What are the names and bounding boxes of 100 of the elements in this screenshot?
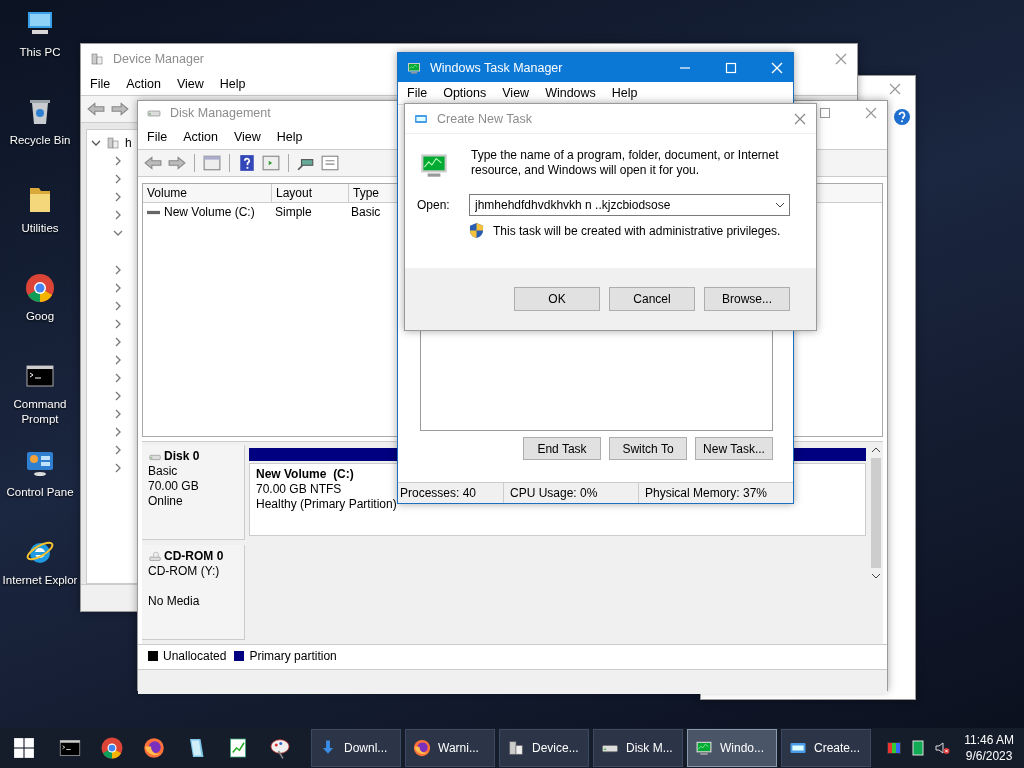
taskbar-button[interactable]: Device... <box>499 729 589 767</box>
scroll-down-icon[interactable] <box>870 572 881 580</box>
chevron-icon[interactable] <box>113 463 123 473</box>
menu-item[interactable]: File <box>90 77 111 91</box>
menu-item[interactable]: Help <box>611 86 638 100</box>
menu-item[interactable]: Action <box>126 77 161 91</box>
chevron-icon[interactable] <box>113 373 123 383</box>
status-text: CPU Usage: 0% <box>504 483 639 503</box>
pane-icon[interactable] <box>203 154 221 172</box>
chevron-icon[interactable] <box>91 138 101 148</box>
scroll-up-icon[interactable] <box>870 446 881 454</box>
disk-size: 70.00 GB <box>148 479 199 494</box>
browser-icon[interactable] <box>142 736 166 760</box>
computer-icon <box>89 50 105 67</box>
chevron-icon[interactable] <box>113 445 123 455</box>
taskbar-button[interactable]: Windo... <box>687 729 777 767</box>
chevron-icon[interactable] <box>113 409 123 419</box>
disk-status: No Media <box>148 594 200 609</box>
menu-item[interactable]: View <box>502 86 530 100</box>
chevron-icon[interactable] <box>113 156 123 166</box>
partition-size: 70.00 GB NTFS <box>256 482 342 497</box>
chevron-icon[interactable] <box>113 283 123 293</box>
chevron-icon[interactable] <box>113 391 123 401</box>
desktop-icon-label[interactable]: Recycle Bin <box>9 133 71 148</box>
column-header[interactable]: Layout <box>272 184 349 202</box>
desktop-icon-label[interactable]: Internet Explor <box>2 573 78 588</box>
dialog-button[interactable]: New Task... <box>695 437 773 460</box>
shield-icon <box>469 222 484 239</box>
table-cell[interactable]: Simple <box>271 205 347 219</box>
disc-drive-icon <box>148 549 162 564</box>
chevron-icon[interactable] <box>113 192 123 202</box>
window-title: Windows Task Manager <box>430 60 563 75</box>
back-arrow-icon[interactable] <box>87 100 105 118</box>
menu-item[interactable]: File <box>407 86 428 100</box>
status-text: Processes: 40 <box>398 483 504 503</box>
pane-icon[interactable] <box>262 154 280 172</box>
close-icon[interactable] <box>887 81 903 97</box>
taskbar-button[interactable]: Warni... <box>405 729 495 767</box>
speaker-muted-icon[interactable] <box>934 740 951 756</box>
legend-label: Unallocated <box>163 649 227 663</box>
browser-icon[interactable] <box>100 736 124 760</box>
forward-arrow-icon[interactable] <box>168 154 186 172</box>
menu-item[interactable]: Windows <box>545 86 596 100</box>
menu-item[interactable]: File <box>147 129 168 144</box>
table-cell[interactable]: New Volume (C:) <box>164 205 255 219</box>
chevron-icon[interactable] <box>113 228 123 238</box>
desktop-icon-label[interactable]: Goog <box>25 309 55 324</box>
taskbar-button[interactable]: Disk M... <box>593 729 683 767</box>
chevron-icon[interactable] <box>113 355 123 365</box>
menu-item[interactable]: Options <box>443 86 487 100</box>
disk-name[interactable]: CD-ROM 0 <box>164 549 224 564</box>
column-header[interactable]: Volume <box>143 184 272 202</box>
partition-status: Healthy (Primary Partition) <box>256 497 397 512</box>
chevron-icon[interactable] <box>113 174 123 184</box>
taskbar-button[interactable]: Downl... <box>311 729 401 767</box>
clock-date[interactable]: 9/6/2023 <box>965 748 1013 764</box>
help-icon[interactable] <box>894 109 910 125</box>
color-icon[interactable] <box>886 740 903 756</box>
legend-label: Primary partition <box>249 649 337 663</box>
partition-name: New Volume (C:) <box>256 467 354 482</box>
palette-icon[interactable] <box>268 736 292 760</box>
window-title: Device Manager <box>113 51 204 66</box>
chevron-icon[interactable] <box>113 210 123 220</box>
disk-type: Basic <box>148 464 178 479</box>
tree-item[interactable]: h <box>125 136 132 150</box>
taskbar-button[interactable]: Create... <box>781 729 871 767</box>
back-arrow-icon[interactable] <box>144 154 162 172</box>
desktop-icon-label[interactable]: Control Pane <box>6 485 74 500</box>
help-icon[interactable] <box>238 154 256 172</box>
menu-item[interactable]: Help <box>219 77 246 91</box>
field-label: Open: <box>417 198 451 212</box>
desktop-icon-label[interactable]: Command Prompt <box>0 397 80 427</box>
dialog-button[interactable]: Switch To <box>609 437 687 460</box>
menu-item[interactable]: Help <box>276 129 303 144</box>
disk-status: Online <box>148 494 183 509</box>
browser-icon[interactable] <box>24 272 56 304</box>
chevron-icon[interactable] <box>113 265 123 275</box>
caret-icon[interactable] <box>775 202 785 208</box>
disk-name[interactable]: Disk 0 <box>164 449 200 464</box>
properties-icon[interactable] <box>321 154 339 172</box>
clock-time[interactable]: 11:46 AM <box>964 732 1014 748</box>
note-text: This task will be created with administrative privileges. <box>493 223 781 238</box>
chevron-icon[interactable] <box>113 427 123 437</box>
dialog-button[interactable]: Cancel <box>609 287 695 311</box>
dialog-button[interactable]: OK <box>514 287 600 311</box>
forward-arrow-icon[interactable] <box>111 100 129 118</box>
menu-item[interactable]: View <box>233 129 261 144</box>
dialog-button[interactable]: Browse... <box>704 287 790 311</box>
menu-item[interactable]: View <box>176 77 204 91</box>
desktop-icon-label[interactable]: This PC <box>19 45 61 60</box>
computer-icon <box>506 738 526 758</box>
dialog-button[interactable]: End Task <box>523 437 601 460</box>
chevron-icon[interactable] <box>113 337 123 347</box>
chevron-icon[interactable] <box>113 301 123 311</box>
open-combo-box[interactable]: jhmhehdfdhvdkhvkh n ..kjzcbiodsose <box>469 194 790 216</box>
chevron-icon[interactable] <box>113 319 123 329</box>
menu-item[interactable]: Action <box>183 129 218 144</box>
desktop-icon-label[interactable]: Utilities <box>21 221 59 236</box>
start-icon[interactable] <box>13 737 35 759</box>
chip-icon[interactable] <box>910 740 927 756</box>
